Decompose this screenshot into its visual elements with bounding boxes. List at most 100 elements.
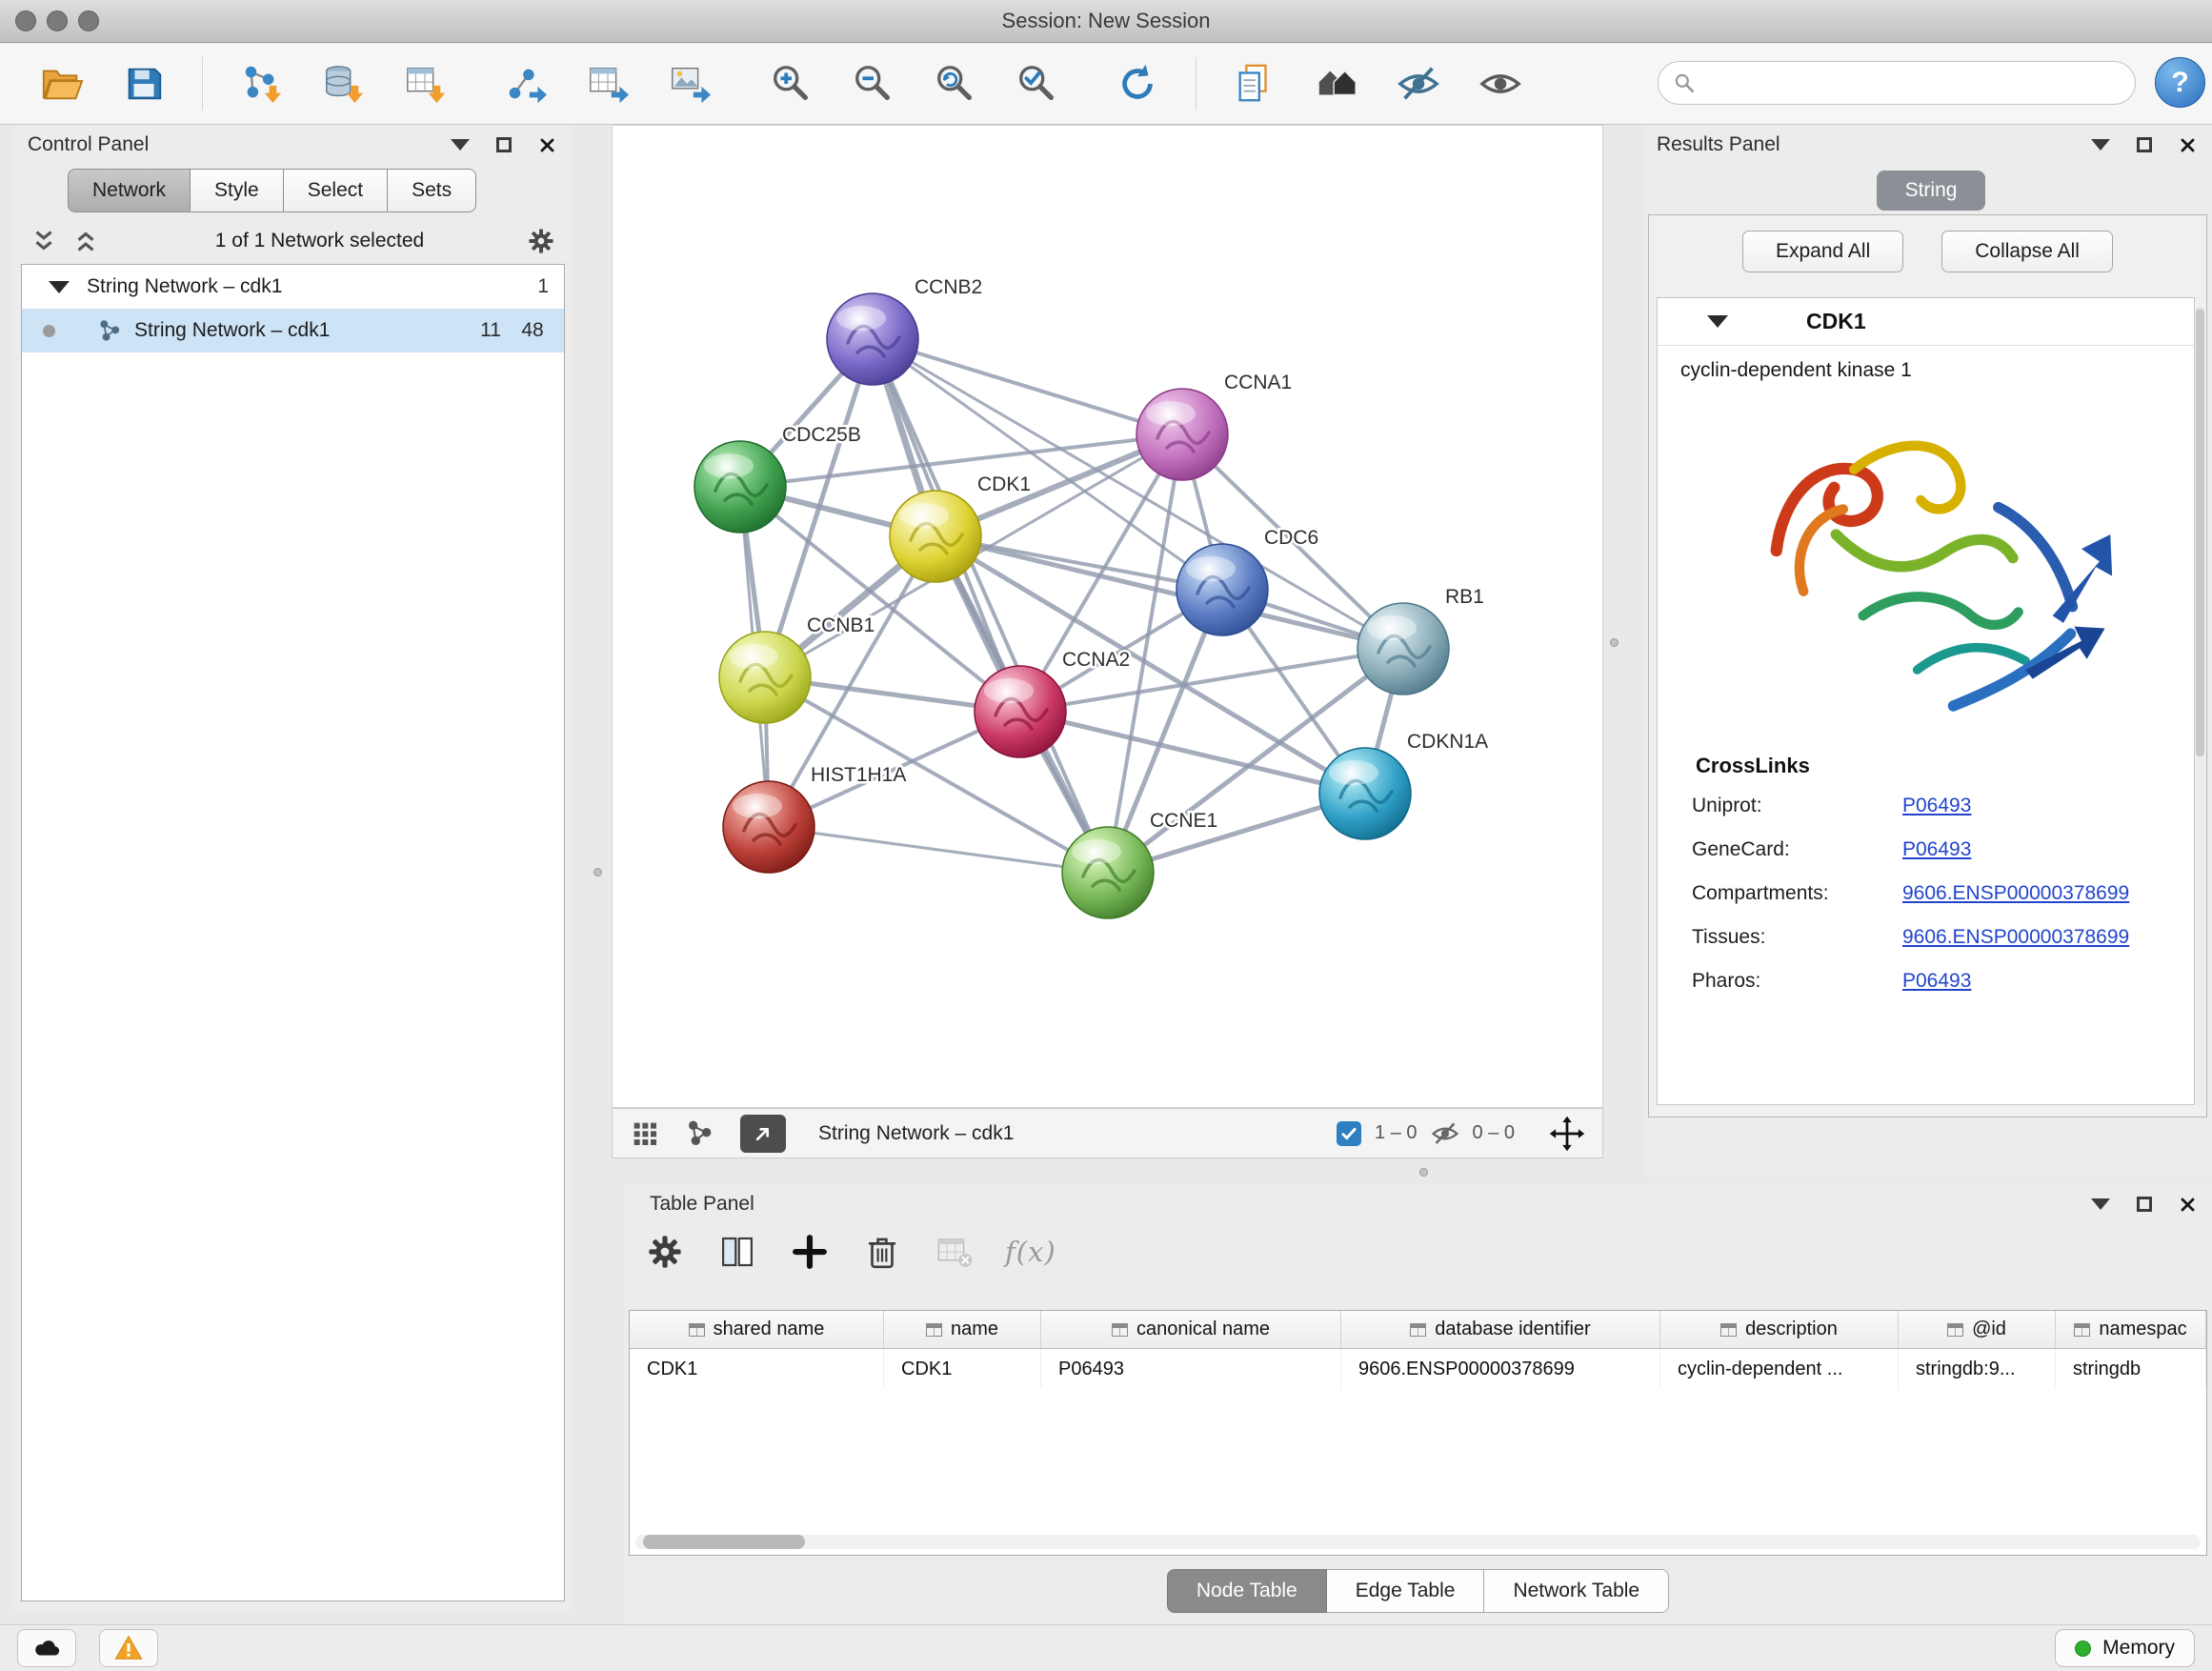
apply-layout-icon[interactable] <box>1114 56 1161 111</box>
hidden-items-eye-slash-icon[interactable] <box>1431 1119 1459 1148</box>
network-node-HIST1H1A[interactable]: HIST1H1A <box>723 764 906 873</box>
control-panel-close-icon[interactable] <box>538 136 556 154</box>
left-splitter-handle[interactable] <box>593 868 602 876</box>
export-table-icon[interactable] <box>584 56 632 111</box>
network-row-selected[interactable]: String Network – cdk1 11 48 <box>22 309 564 352</box>
network-view-canvas[interactable]: CCNB2CCNA1CDC25BCDK1CDC6RB1CCNB1CCNA2CDK… <box>612 125 1603 1108</box>
show-all-eye-icon[interactable] <box>1477 56 1524 111</box>
show-columns-icon[interactable] <box>715 1230 759 1274</box>
expand-all-icon[interactable] <box>71 227 100 255</box>
pan-move-icon[interactable] <box>1549 1116 1585 1152</box>
memory-button[interactable]: Memory <box>2055 1629 2195 1667</box>
results-scrollbar-thumb[interactable] <box>2196 309 2204 756</box>
crosslink-link[interactable]: P06493 <box>1902 838 1971 861</box>
table-panel-float-icon[interactable] <box>2137 1197 2152 1212</box>
hide-selected-eye-slash-icon[interactable] <box>1395 56 1442 111</box>
right-splitter-handle[interactable] <box>1610 638 1619 647</box>
network-node-CCNA1[interactable]: CCNA1 <box>1136 372 1292 480</box>
birds-eye-view-icon[interactable] <box>630 1118 660 1149</box>
collapse-all-icon[interactable] <box>30 227 58 255</box>
add-column-icon[interactable] <box>788 1230 832 1274</box>
column-header-canonical-name[interactable]: canonical name <box>1041 1311 1341 1349</box>
column-header-shared-name[interactable]: shared name <box>630 1311 884 1349</box>
node-label-CCNA1: CCNA1 <box>1224 372 1292 393</box>
collapse-all-button[interactable]: Collapse All <box>1941 231 2113 272</box>
tab-network-table[interactable]: Network Table <box>1484 1569 1669 1613</box>
network-options-gear-icon[interactable] <box>526 226 556 256</box>
search-input[interactable] <box>1697 72 2135 94</box>
control-panel-float-icon[interactable] <box>496 137 512 152</box>
network-node-CCNB1[interactable]: CCNB1 <box>719 614 875 723</box>
export-image-icon[interactable] <box>666 56 714 111</box>
network-node-CDKN1A[interactable]: CDKN1A <box>1319 731 1488 839</box>
results-panel-close-icon[interactable] <box>2179 136 2197 154</box>
selected-items-checkbox[interactable] <box>1337 1121 1361 1146</box>
tab-select[interactable]: Select <box>284 169 388 212</box>
cloud-button[interactable] <box>17 1629 76 1667</box>
zoom-fit-icon[interactable] <box>931 56 978 111</box>
delete-column-icon[interactable] <box>860 1230 904 1274</box>
column-header-database-identifier[interactable]: database identifier <box>1341 1311 1660 1349</box>
network-node-CCNB2[interactable]: CCNB2 <box>827 276 982 385</box>
table-horizontal-scrollbar[interactable] <box>635 1535 2201 1549</box>
control-panel-menu-icon[interactable] <box>451 139 470 151</box>
table-row[interactable]: CDK1CDK1P064939606.ENSP00000378699cyclin… <box>630 1349 2206 1389</box>
tab-node-table[interactable]: Node Table <box>1167 1569 1327 1613</box>
function-builder-button[interactable]: f(x) <box>1005 1236 1056 1268</box>
import-network-database-icon[interactable] <box>319 56 367 111</box>
tab-network[interactable]: Network <box>68 169 191 212</box>
import-network-file-icon[interactable] <box>237 56 285 111</box>
minimize-window-button[interactable] <box>47 10 68 31</box>
tab-edge-table[interactable]: Edge Table <box>1327 1569 1485 1613</box>
column-header--id[interactable]: @id <box>1899 1311 2056 1349</box>
network-edge[interactable] <box>873 339 1108 873</box>
table-panel-menu-icon[interactable] <box>2091 1198 2110 1210</box>
expand-all-button[interactable]: Expand All <box>1742 231 1903 272</box>
tab-style[interactable]: Style <box>191 169 284 212</box>
tab-sets[interactable]: Sets <box>388 169 476 212</box>
column-header-namespac[interactable]: namespac <box>2056 1311 2206 1349</box>
crosslink-link[interactable]: 9606.ENSP00000378699 <box>1902 926 2129 949</box>
zoom-selected-icon[interactable] <box>1013 56 1060 111</box>
toolbar-search[interactable] <box>1658 61 2136 105</box>
open-session-icon[interactable] <box>38 56 86 111</box>
column-header-name[interactable]: name <box>884 1311 1041 1349</box>
section-collapse-triangle-icon[interactable] <box>1707 315 1728 328</box>
table-scrollbar-thumb[interactable] <box>643 1535 805 1549</box>
results-panel-menu-icon[interactable] <box>2091 139 2110 151</box>
zoom-window-button[interactable] <box>78 10 99 31</box>
close-window-button[interactable] <box>15 10 36 31</box>
zoom-in-icon[interactable] <box>767 56 814 111</box>
table-settings-gear-icon[interactable] <box>643 1230 687 1274</box>
collection-expand-triangle-icon[interactable] <box>49 281 70 293</box>
network-node-CDK1[interactable]: CDK1 <box>890 473 1031 582</box>
network-node-RB1[interactable]: RB1 <box>1357 586 1484 695</box>
tab-string[interactable]: String <box>1877 171 1985 211</box>
save-session-icon[interactable] <box>120 56 168 111</box>
crosslink-link[interactable]: P06493 <box>1902 795 1971 817</box>
column-header-description[interactable]: description <box>1660 1311 1899 1349</box>
results-panel-float-icon[interactable] <box>2137 137 2152 152</box>
network-graph[interactable]: CCNB2CCNA1CDC25BCDK1CDC6RB1CCNB1CCNA2CDK… <box>613 126 1602 1107</box>
network-node-CDC6[interactable]: CDC6 <box>1176 527 1318 635</box>
table-panel-close-icon[interactable] <box>2179 1196 2197 1214</box>
results-scrollbar[interactable] <box>2196 307 2204 1107</box>
warnings-button[interactable] <box>99 1629 158 1667</box>
crosslink-link[interactable]: P06493 <box>1902 970 1971 993</box>
network-edge[interactable] <box>873 339 1182 434</box>
network-overview-icon[interactable] <box>685 1118 715 1149</box>
network-edge[interactable] <box>769 827 1108 873</box>
network-edge[interactable] <box>1020 712 1365 794</box>
detach-view-button[interactable] <box>740 1115 786 1153</box>
protein-section-header[interactable]: CDK1 <box>1658 298 2194 346</box>
bottom-splitter-handle[interactable] <box>1419 1168 1428 1177</box>
home-icon[interactable] <box>1313 56 1360 111</box>
graphics-details-icon[interactable] <box>1231 56 1278 111</box>
export-network-icon[interactable] <box>502 56 550 111</box>
crosslink-link[interactable]: 9606.ENSP00000378699 <box>1902 882 2129 905</box>
import-table-icon[interactable] <box>401 56 449 111</box>
help-button[interactable]: ? <box>2155 57 2205 108</box>
table-type-tabs: Node TableEdge TableNetwork Table <box>624 1569 2212 1613</box>
zoom-out-icon[interactable] <box>849 56 896 111</box>
network-collection-row[interactable]: String Network – cdk1 1 <box>22 265 564 309</box>
